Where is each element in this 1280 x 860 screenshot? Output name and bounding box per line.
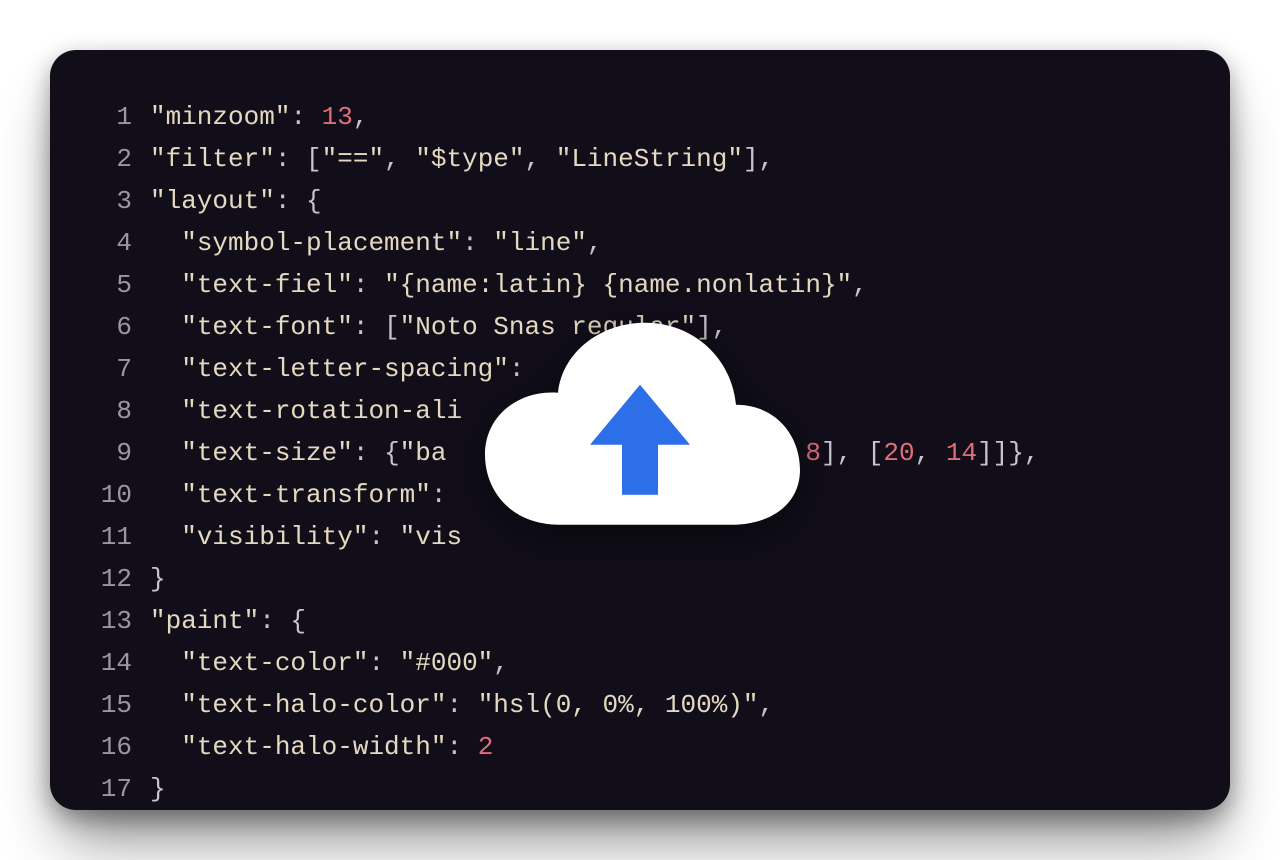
code-line: 12} bbox=[70, 558, 1190, 600]
line-content: "paint": { bbox=[150, 600, 306, 642]
code-line: 2"filter": ["==", "$type", "LineString"]… bbox=[70, 138, 1190, 180]
code-line: 10 "text-transform": bbox=[70, 474, 1190, 516]
code-line: 3"layout": { bbox=[70, 180, 1190, 222]
code-editor-card: 1"minzoom": 13,2"filter": ["==", "$type"… bbox=[50, 50, 1230, 810]
line-content: } bbox=[150, 768, 166, 810]
line-number: 2 bbox=[70, 138, 150, 180]
line-content: "text-halo-color": "hsl(0, 0%, 100%)", bbox=[150, 684, 774, 726]
code-line: 1"minzoom": 13, bbox=[70, 96, 1190, 138]
code-line: 8 "text-rotation-ali bbox=[70, 390, 1190, 432]
line-content: "symbol-placement": "line", bbox=[150, 222, 603, 264]
line-content: "text-halo-width": 2 bbox=[150, 726, 493, 768]
line-number: 17 bbox=[70, 768, 150, 810]
line-content: "text-color": "#000", bbox=[150, 642, 509, 684]
line-content: "minzoom": 13, bbox=[150, 96, 368, 138]
code-line: 4 "symbol-placement": "line", bbox=[70, 222, 1190, 264]
line-number: 3 bbox=[70, 180, 150, 222]
line-number: 7 bbox=[70, 348, 150, 390]
line-content: "visibility": "vis bbox=[150, 516, 462, 558]
line-number: 16 bbox=[70, 726, 150, 768]
line-content: "text-letter-spacing": bbox=[150, 348, 524, 390]
line-number: 13 bbox=[70, 600, 150, 642]
line-number: 10 bbox=[70, 474, 150, 516]
code-line: 15 "text-halo-color": "hsl(0, 0%, 100%)"… bbox=[70, 684, 1190, 726]
code-line: 13"paint": { bbox=[70, 600, 1190, 642]
code-area[interactable]: 1"minzoom": 13,2"filter": ["==", "$type"… bbox=[70, 96, 1190, 764]
code-line: 11 "visibility": "vis bbox=[70, 516, 1190, 558]
code-line: 16 "text-halo-width": 2 bbox=[70, 726, 1190, 768]
code-line: 7 "text-letter-spacing": bbox=[70, 348, 1190, 390]
line-number: 14 bbox=[70, 642, 150, 684]
code-line: 5 "text-fiel": "{name:latin} {name.nonla… bbox=[70, 264, 1190, 306]
line-content: "text-rotation-ali bbox=[150, 390, 462, 432]
line-number: 8 bbox=[70, 390, 150, 432]
line-content: "text-transform": bbox=[150, 474, 446, 516]
line-number: 12 bbox=[70, 558, 150, 600]
line-number: 5 bbox=[70, 264, 150, 306]
line-content: "filter": ["==", "$type", "LineString"], bbox=[150, 138, 774, 180]
code-line: 9 "text-size": {"ba [[10, 8], [20, 14]]}… bbox=[70, 432, 1190, 474]
code-line: 6 "text-font": ["Noto Snas regular"], bbox=[70, 306, 1190, 348]
line-content: "text-size": {"ba [[10, 8], [20, 14]]}, bbox=[150, 432, 1040, 474]
line-content: "text-font": ["Noto Snas regular"], bbox=[150, 306, 727, 348]
line-number: 15 bbox=[70, 684, 150, 726]
line-number: 4 bbox=[70, 222, 150, 264]
line-content: "text-fiel": "{name:latin} {name.nonlati… bbox=[150, 264, 868, 306]
line-number: 9 bbox=[70, 432, 150, 474]
line-number: 11 bbox=[70, 516, 150, 558]
line-number: 6 bbox=[70, 306, 150, 348]
line-number: 1 bbox=[70, 96, 150, 138]
code-line: 17} bbox=[70, 768, 1190, 810]
code-line: 14 "text-color": "#000", bbox=[70, 642, 1190, 684]
line-content: "layout": { bbox=[150, 180, 322, 222]
line-content: } bbox=[150, 558, 166, 600]
